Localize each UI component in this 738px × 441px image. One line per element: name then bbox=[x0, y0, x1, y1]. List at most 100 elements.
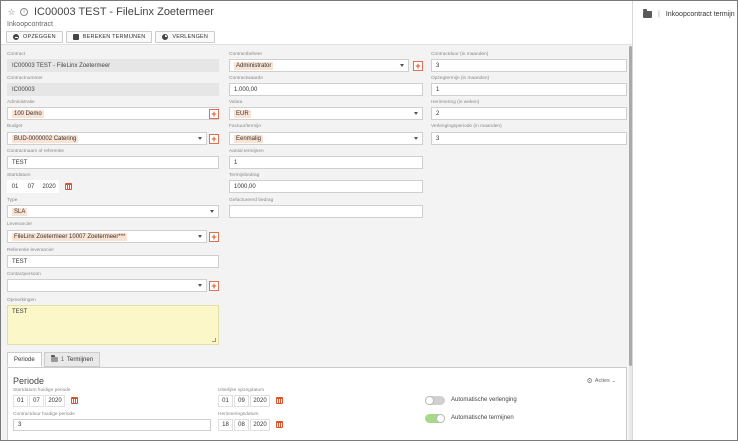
contractwaarde-label: Contractwaarde bbox=[229, 76, 263, 81]
automatische-verlenging-toggle[interactable] bbox=[425, 396, 445, 405]
right-panel-title: Inkoopcontract termijn bbox=[665, 11, 735, 18]
folder-icon bbox=[643, 9, 652, 18]
calendar-icon[interactable] bbox=[276, 421, 283, 428]
add-budget-button[interactable]: + bbox=[209, 134, 219, 144]
herinneringsdatum-date: 18 08 2020 bbox=[218, 419, 271, 431]
type-chip: SLA bbox=[12, 207, 28, 216]
administratie-chip: 100 Demo bbox=[12, 109, 44, 118]
startdatum-year[interactable]: 2020 bbox=[39, 180, 59, 193]
herinnering-input[interactable]: 2 bbox=[431, 107, 627, 120]
contractbeheer-select[interactable]: Administrator bbox=[229, 59, 409, 72]
add-contactpersoon-button[interactable]: + bbox=[209, 281, 219, 291]
verlengen-button[interactable]: VERLENGEN bbox=[155, 31, 216, 43]
gefactureerd-input[interactable] bbox=[229, 205, 423, 218]
aantal-termijnen-label: Aantal termijnen bbox=[229, 149, 264, 154]
acties-menu[interactable]: ⚙ Acties ⌄ bbox=[587, 377, 616, 385]
right-panel: | Inkoopcontract termijn bbox=[632, 1, 737, 440]
contract-field: IC00003 TEST - FileLinx Zoetermeer bbox=[7, 59, 219, 72]
opzegdatum-label: Uiterlijke opzegdatum bbox=[218, 388, 265, 393]
opzeggen-label: OPZEGGEN bbox=[23, 34, 56, 40]
administratie-select[interactable]: 100 Demo bbox=[7, 107, 219, 120]
chevron-down-icon bbox=[198, 284, 202, 287]
info-icon[interactable]: i bbox=[20, 8, 28, 16]
add-contractbeheer-button[interactable]: + bbox=[413, 61, 423, 71]
opzegtermijn-input[interactable]: 1 bbox=[431, 83, 627, 96]
opzeggen-button[interactable]: OPZEGGEN bbox=[6, 31, 63, 43]
contactpersoon-label: Contactpersoon bbox=[7, 272, 41, 277]
contractduur-periode-label: Contractduur huidige periode bbox=[13, 412, 75, 417]
herinneringsdatum-year[interactable]: 2020 bbox=[250, 419, 270, 431]
stop-icon bbox=[13, 34, 19, 40]
chevron-down-icon bbox=[414, 112, 418, 115]
valuta-select[interactable]: EUR bbox=[229, 107, 423, 120]
leverancier-select[interactable]: FileLinx Zoetermeer 10007 Zoetermeer*** bbox=[7, 230, 207, 243]
referentie-leverancier-input[interactable]: TEST bbox=[7, 255, 219, 268]
herinneringsdatum-label: Herinneringsdatum bbox=[218, 412, 259, 417]
contractwaarde-input[interactable]: 1.000,00 bbox=[229, 83, 423, 96]
herinneringsdatum-day[interactable]: 18 bbox=[218, 419, 233, 431]
startdatum-month[interactable]: 07 bbox=[23, 180, 39, 193]
tab-termijnen[interactable]: 1 Termijnen bbox=[43, 352, 101, 367]
tab-periode[interactable]: Periode bbox=[7, 352, 42, 367]
leverancier-chip: FileLinx Zoetermeer 10007 Zoetermeer*** bbox=[12, 232, 128, 241]
startdatum-day[interactable]: 01 bbox=[7, 180, 23, 193]
gefactureerd-label: Gefactureerd bedrag bbox=[229, 198, 274, 203]
verlengingsperiode-label: Verlengingsperiode (in maanden) bbox=[431, 124, 502, 129]
startdatum-periode-date: 01 07 2020 bbox=[13, 395, 66, 407]
startdatum-periode-label: Startdatum huidige periode bbox=[13, 388, 71, 393]
tab-termijnen-label: Termijnen bbox=[67, 356, 94, 363]
calculator-icon bbox=[72, 34, 79, 40]
startdatum-periode-day[interactable]: 01 bbox=[13, 395, 28, 407]
right-panel-header[interactable]: | Inkoopcontract termijn bbox=[643, 9, 735, 18]
opzegtermijn-label: Opzegtermijn (in maanden) bbox=[431, 76, 490, 81]
opmerkingen-textarea[interactable]: TEST bbox=[7, 305, 219, 345]
opmerkingen-label: Opmerkingen bbox=[7, 298, 36, 303]
contractnummer-field: IC00003 bbox=[7, 83, 219, 96]
calendar-icon[interactable] bbox=[71, 397, 78, 404]
acties-label: Acties bbox=[594, 378, 610, 384]
opzegdatum-date: 01 09 2020 bbox=[218, 395, 271, 407]
factuurtermijn-chip: Eenmalig bbox=[234, 134, 264, 143]
calendar-icon[interactable] bbox=[276, 397, 283, 404]
bereken-label: BEREKEN TERMIJNEN bbox=[82, 34, 146, 40]
type-label: Type bbox=[7, 198, 18, 203]
gear-icon: ⚙ bbox=[586, 378, 593, 385]
opzegdatum-day[interactable]: 01 bbox=[218, 395, 233, 407]
contract-label: Contract bbox=[7, 52, 26, 57]
budget-label: Budget bbox=[7, 124, 23, 129]
contractbeheer-label: Contractbeheer bbox=[229, 52, 263, 57]
termijnbedrag-input[interactable]: 1000,00 bbox=[229, 180, 423, 193]
contractduur-periode-input[interactable]: 3 bbox=[13, 419, 211, 431]
add-administratie-button[interactable]: + bbox=[209, 109, 219, 119]
startdatum-periode-month[interactable]: 07 bbox=[29, 395, 44, 407]
automatische-verlenging-label: Automatische verlenging bbox=[451, 397, 517, 403]
valuta-chip: EUR bbox=[234, 109, 251, 118]
chevron-down-icon bbox=[198, 235, 202, 238]
resize-handle[interactable] bbox=[212, 338, 216, 342]
opzegdatum-month[interactable]: 09 bbox=[234, 395, 249, 407]
verlengingsperiode-input[interactable]: 3 bbox=[431, 132, 627, 145]
automatische-termijnen-toggle[interactable] bbox=[425, 414, 445, 423]
chevron-down-icon bbox=[400, 64, 404, 67]
contractduur-input[interactable]: 3 bbox=[431, 59, 627, 72]
aantal-termijnen-input[interactable]: 1 bbox=[229, 156, 423, 169]
budget-select[interactable]: BUD-0000002 Catering bbox=[7, 132, 207, 145]
factuurtermijn-select[interactable]: Eenmalig bbox=[229, 132, 423, 145]
startdatum-date: 01 07 2020 bbox=[7, 180, 59, 193]
type-select[interactable]: SLA bbox=[7, 205, 219, 218]
star-icon[interactable]: ☆ bbox=[7, 7, 16, 18]
automatische-termijnen-label: Automatische termijnen bbox=[451, 415, 514, 421]
contractduur-label: Contractduur (in maanden) bbox=[431, 52, 489, 57]
opzegdatum-year[interactable]: 2020 bbox=[250, 395, 270, 407]
bereken-termijnen-button[interactable]: BEREKEN TERMIJNEN bbox=[65, 31, 153, 43]
contactpersoon-select[interactable] bbox=[7, 279, 207, 292]
periode-panel: Periode ⚙ Acties ⌄ Startdatum huidige pe… bbox=[7, 367, 627, 440]
calendar-icon[interactable] bbox=[65, 183, 72, 190]
termijnen-count-badge: 1 bbox=[60, 356, 65, 363]
herinneringsdatum-month[interactable]: 08 bbox=[234, 419, 249, 431]
add-leverancier-button[interactable]: + bbox=[209, 232, 219, 242]
contractnaam-input[interactable]: TEST bbox=[7, 156, 219, 169]
budget-chip: BUD-0000002 Catering bbox=[12, 134, 79, 143]
startdatum-periode-year[interactable]: 2020 bbox=[45, 395, 65, 407]
valuta-label: Valuta bbox=[229, 100, 243, 105]
